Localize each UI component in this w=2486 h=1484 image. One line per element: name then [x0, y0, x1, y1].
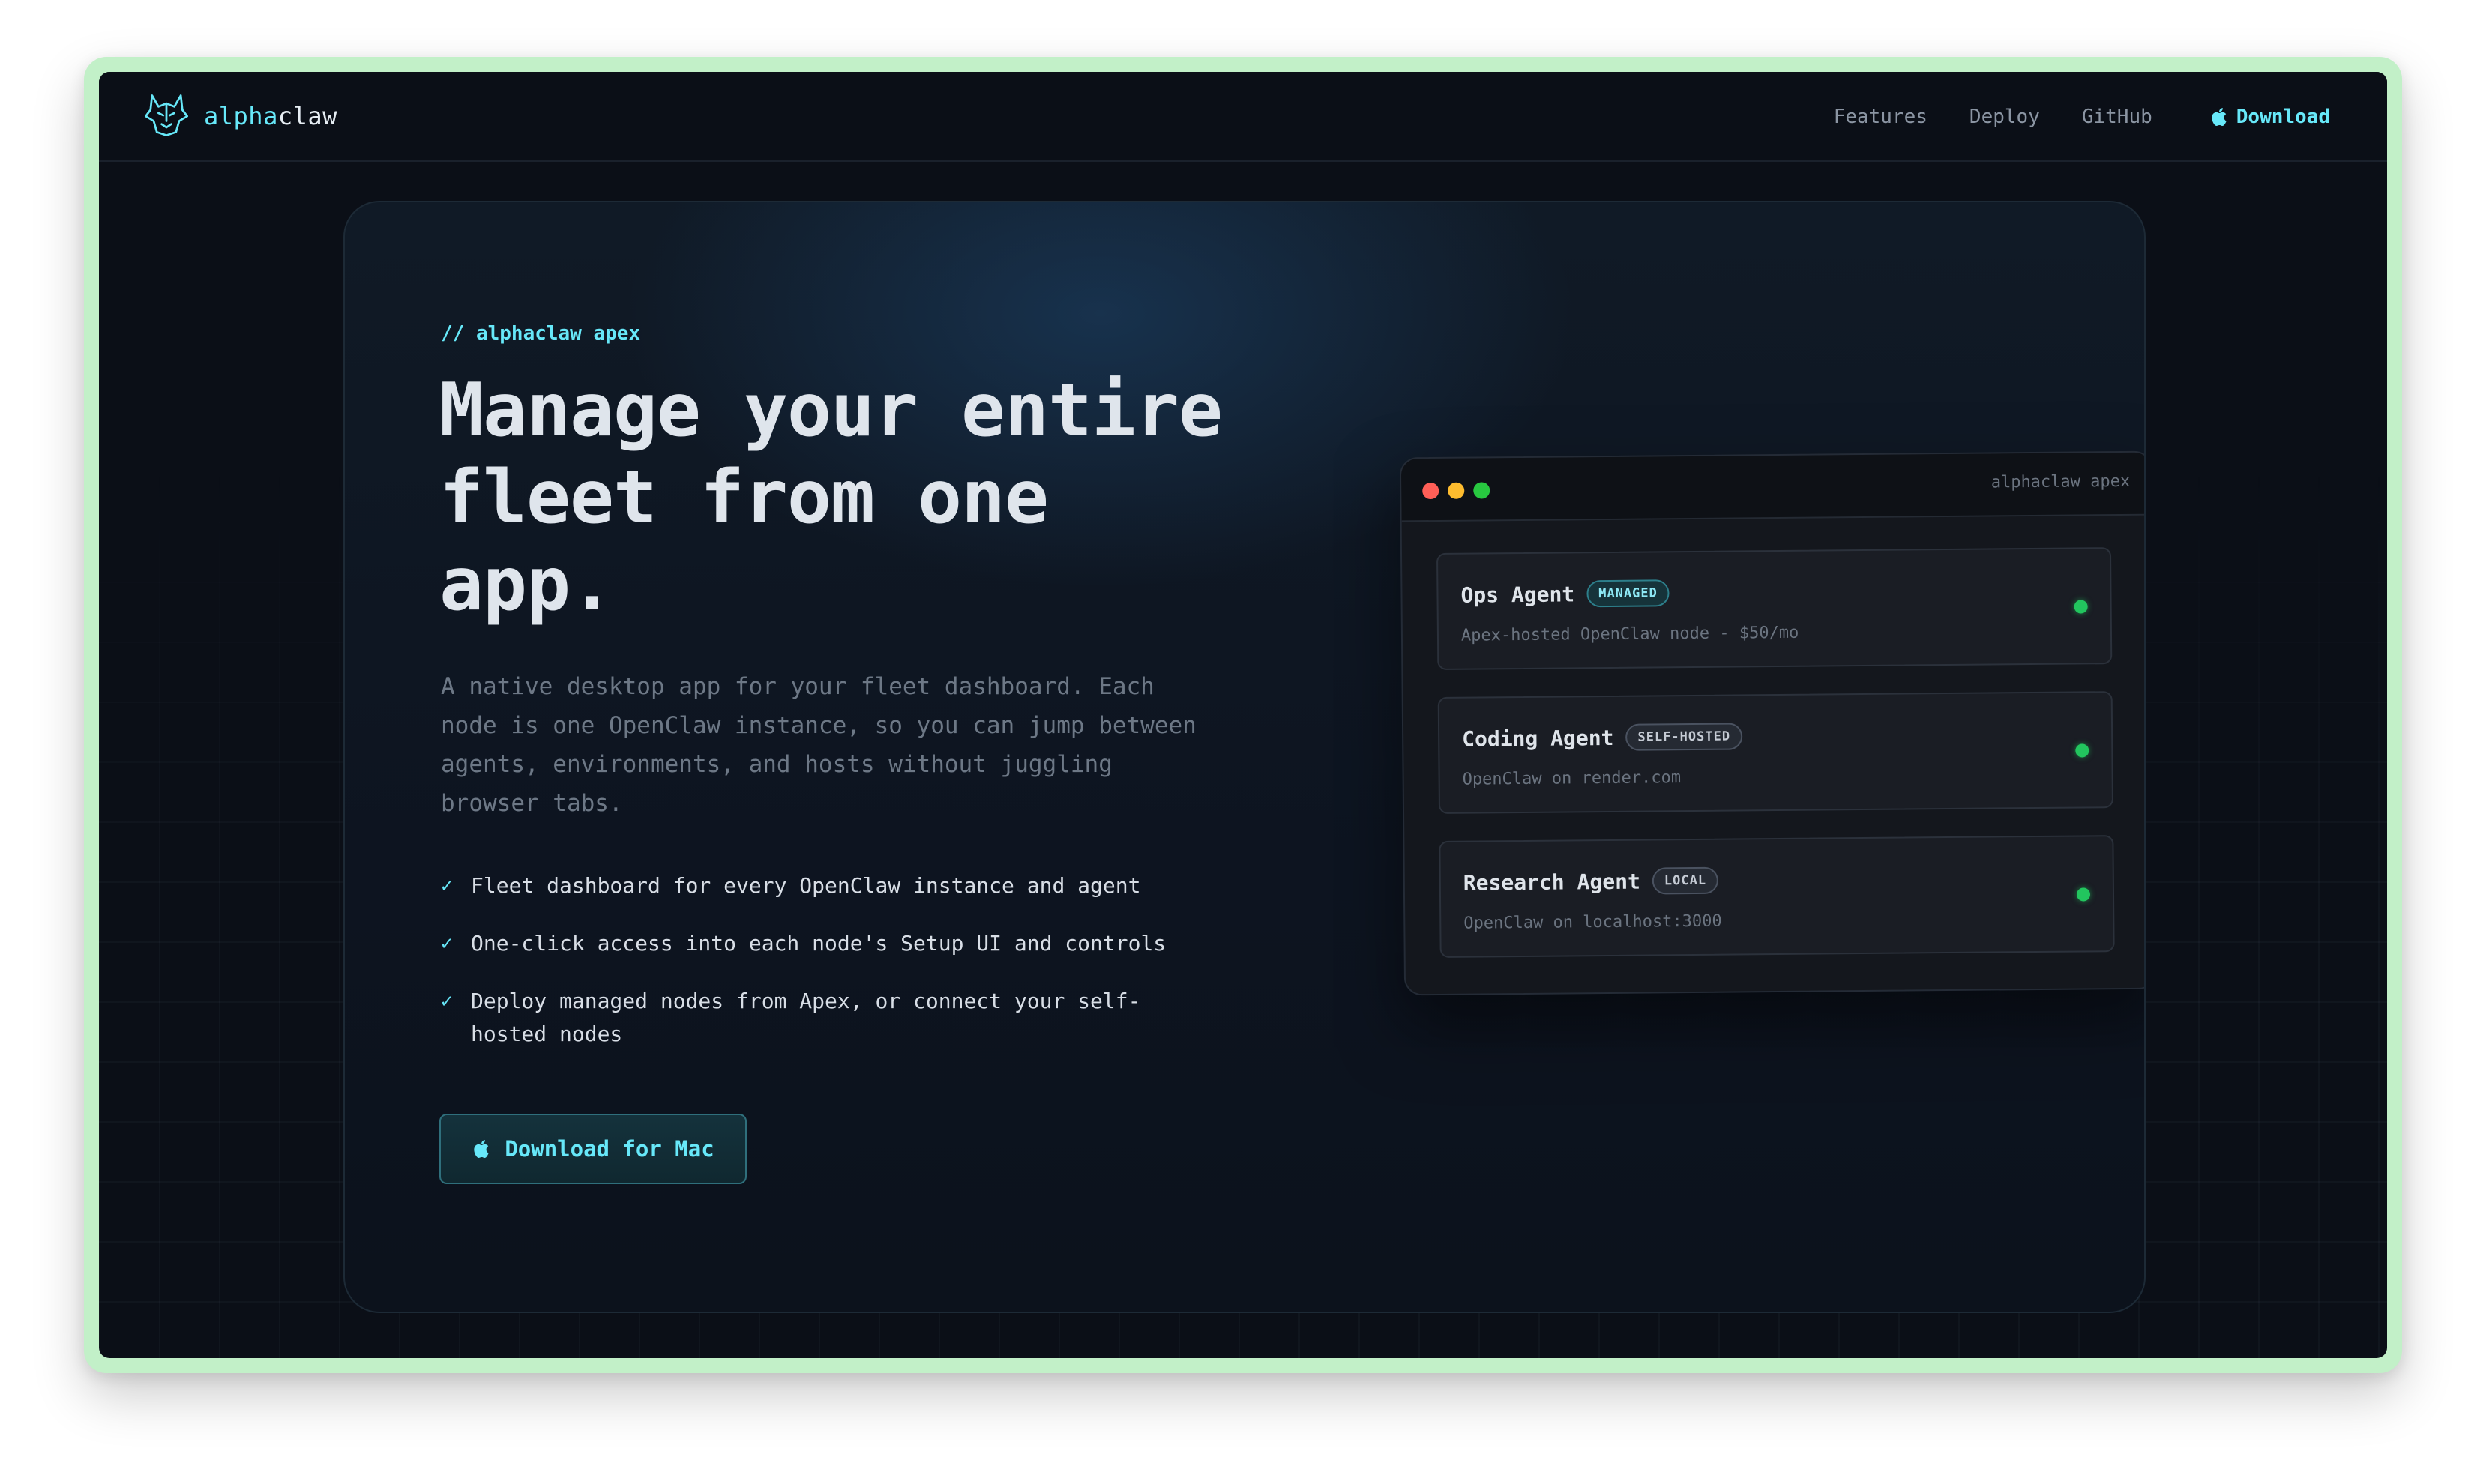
apple-icon	[474, 1140, 489, 1159]
window-controls	[1422, 482, 1499, 500]
agent-badge: SELF-HOSTED	[1625, 723, 1743, 751]
agent-name-row: Ops Agent MANAGED	[1460, 579, 1670, 608]
agent-card-ops[interactable]: Ops Agent MANAGED Apex-hosted OpenClaw n…	[1436, 547, 2113, 670]
minimize-dot-icon	[1448, 482, 1465, 499]
status-online-icon	[2074, 600, 2088, 614]
cta-label: Download for Mac	[505, 1136, 714, 1162]
agent-subtitle: OpenClaw on render.com	[1462, 768, 1682, 789]
agent-name: Ops Agent	[1460, 581, 1575, 608]
hero-lead: A native desktop app for your fleet dash…	[441, 673, 1197, 817]
status-online-icon	[2076, 887, 2091, 902]
browser-window: alphaclaw Features Deploy GitHub Downloa…	[99, 72, 2387, 1358]
nav-download-button[interactable]: Download	[2209, 106, 2330, 128]
top-nav: alphaclaw Features Deploy GitHub Downloa…	[99, 72, 2387, 162]
feature-text: Fleet dashboard for every OpenClaw insta…	[471, 873, 1141, 898]
agent-badge: MANAGED	[1586, 579, 1670, 608]
hero-card: // alphaclaw apex Manage your entire fle…	[343, 201, 2146, 1313]
check-icon: ✓	[441, 990, 453, 1013]
agent-name: Coding Agent	[1462, 725, 1614, 752]
wolf-head-icon	[141, 89, 192, 143]
app-preview-title: alphaclaw apex	[1990, 471, 2131, 492]
nav-link-deploy[interactable]: Deploy	[1969, 106, 2040, 128]
nav-links: Features Deploy GitHub Download	[1792, 102, 2330, 132]
check-icon: ✓	[441, 875, 453, 897]
feature-text: Deploy managed nodes from Apex, or conne…	[471, 989, 1141, 1046]
feature-item: ✓ Fleet dashboard for every OpenClaw ins…	[441, 869, 1206, 902]
agent-name: Research Agent	[1463, 869, 1640, 896]
feature-list: ✓ Fleet dashboard for every OpenClaw ins…	[441, 869, 1206, 1076]
window-frame: alphaclaw Features Deploy GitHub Downloa…	[84, 57, 2402, 1373]
apple-icon	[2212, 108, 2227, 127]
app-preview-window: alphaclaw apex Ops Agent MANAGED Apex-ho…	[1399, 450, 2144, 996]
agent-subtitle: OpenClaw on localhost:3000	[1463, 911, 1722, 933]
app-preview-titlebar: alphaclaw apex	[1400, 452, 2144, 522]
agent-card-research[interactable]: Research Agent LOCAL OpenClaw on localho…	[1439, 835, 2115, 958]
brand-logo[interactable]: alphaclaw	[141, 90, 337, 142]
feature-text: One-click access into each node's Setup …	[471, 931, 1167, 956]
agent-subtitle: Apex-hosted OpenClaw node - $50/mo	[1460, 623, 1799, 645]
hero-headline: Manage your entire fleet from one app.	[439, 368, 1223, 627]
feature-item: ✓ Deploy managed nodes from Apex, or con…	[441, 985, 1206, 1051]
agent-name-row: Research Agent LOCAL	[1463, 866, 1719, 896]
nav-link-features[interactable]: Features	[1834, 106, 1927, 128]
download-for-mac-button[interactable]: Download for Mac	[439, 1114, 747, 1184]
close-dot-icon	[1422, 482, 1439, 500]
nav-link-github[interactable]: GitHub	[2082, 106, 2152, 128]
nav-download-label: Download	[2236, 106, 2330, 128]
check-icon: ✓	[441, 932, 453, 955]
hero-eyebrow: // alphaclaw apex	[441, 322, 641, 345]
brand-name: alphaclaw	[204, 102, 337, 130]
agent-name-row: Coding Agent SELF-HOSTED	[1462, 723, 1743, 752]
agent-badge: LOCAL	[1652, 866, 1719, 895]
maximize-dot-icon	[1473, 482, 1490, 499]
status-online-icon	[2075, 743, 2089, 758]
agent-card-coding[interactable]: Coding Agent SELF-HOSTED OpenClaw on ren…	[1437, 691, 2114, 814]
feature-item: ✓ One-click access into each node's Setu…	[441, 927, 1206, 960]
